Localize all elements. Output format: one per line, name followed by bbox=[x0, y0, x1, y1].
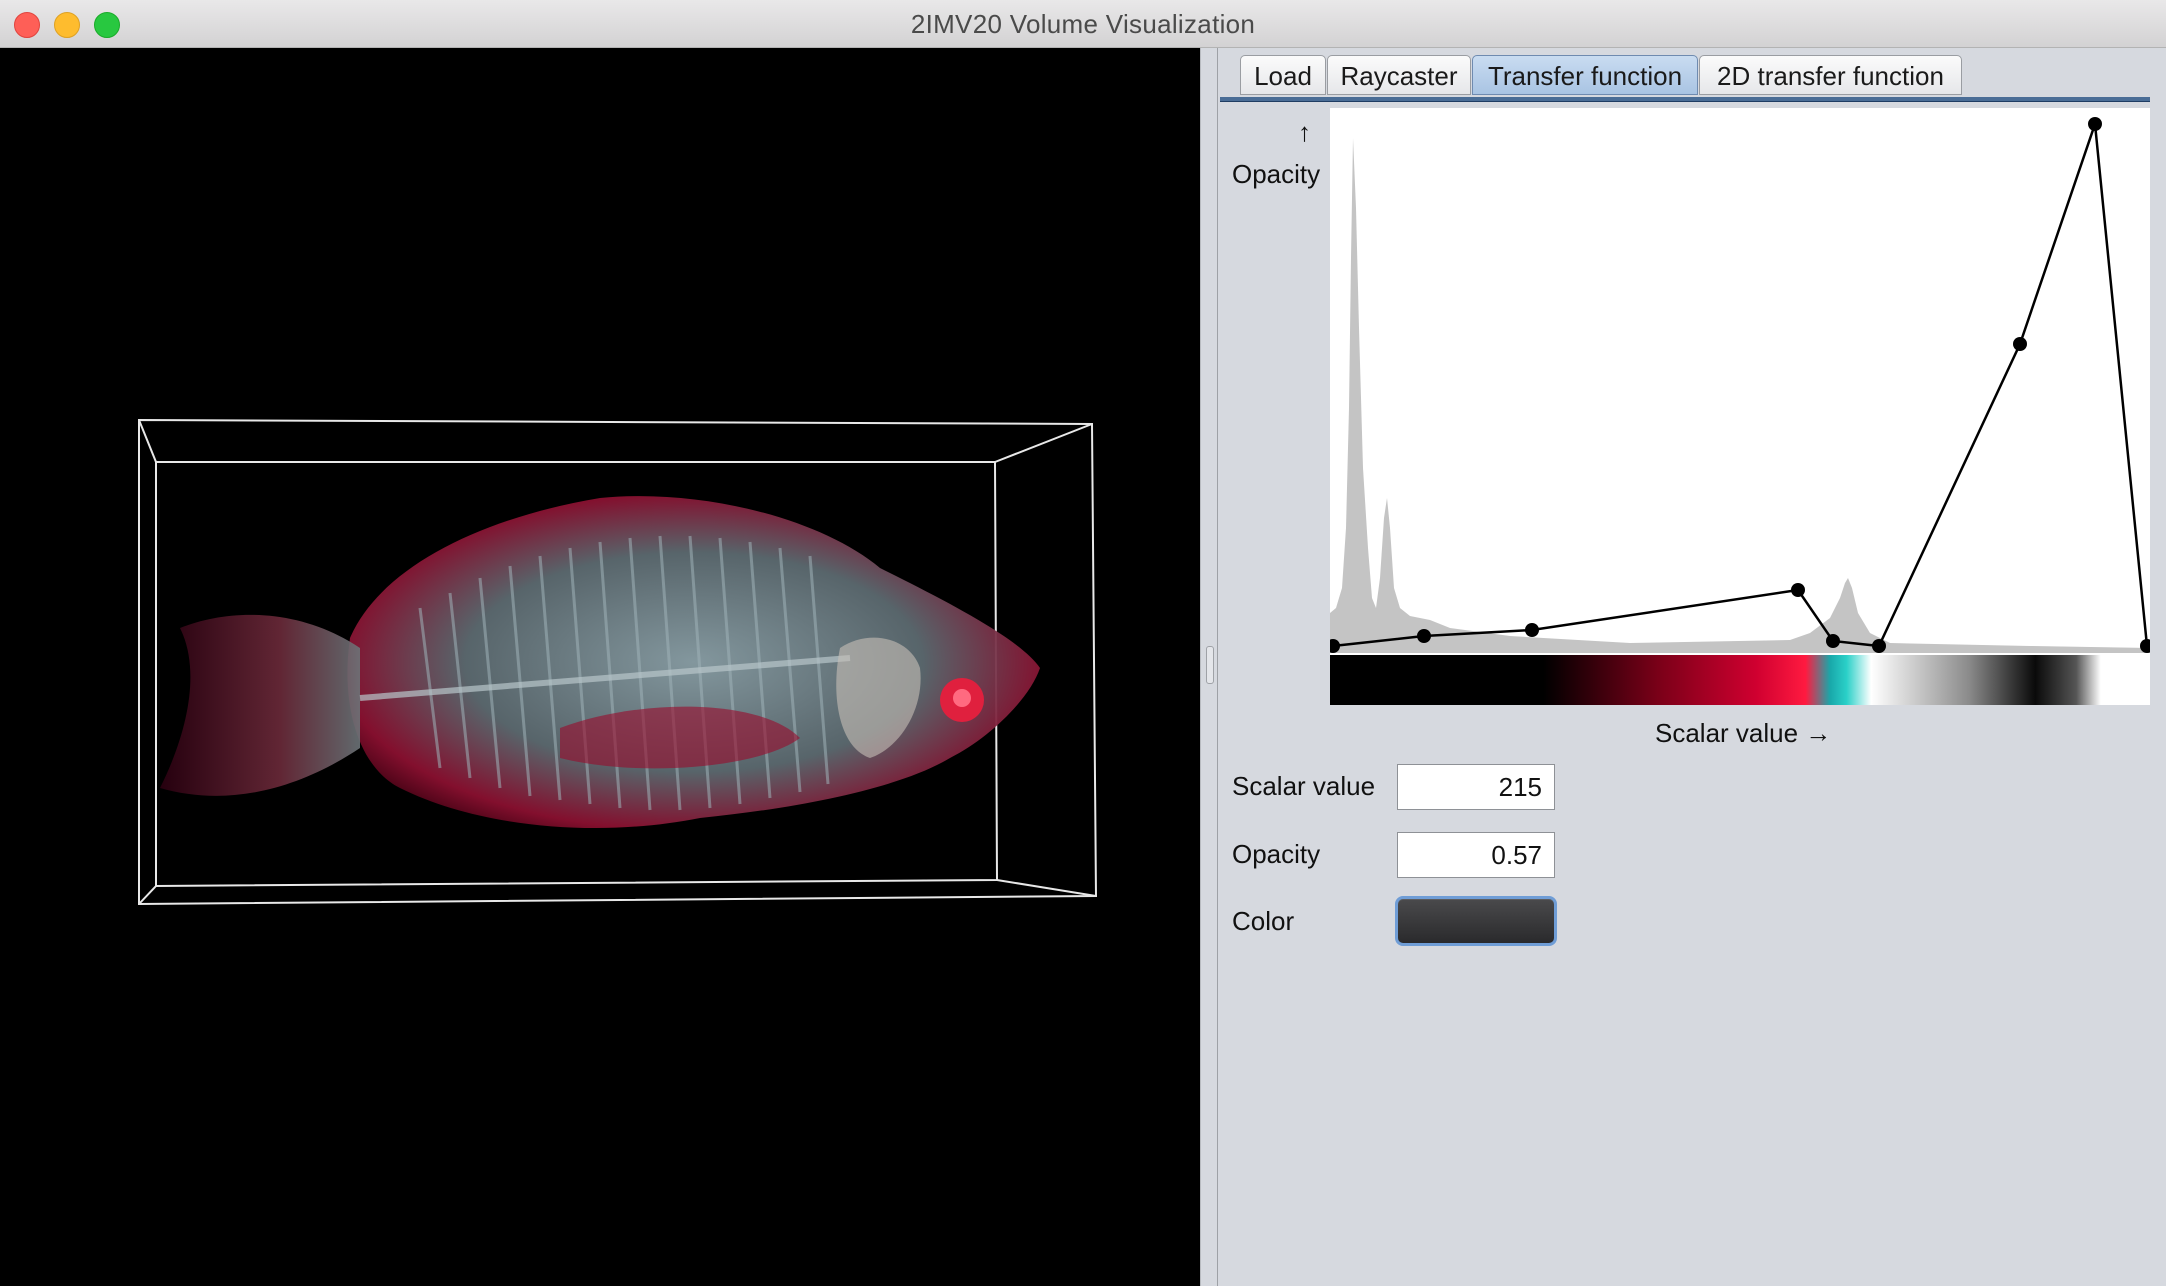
scalar-value-label: Scalar value bbox=[1232, 771, 1376, 801]
app-window: 2IMV20 Volume Visualization Load Raycast… bbox=[0, 0, 2166, 1286]
control-point bbox=[2013, 337, 2027, 351]
split-pane-grip[interactable] bbox=[1206, 646, 1214, 684]
control-point bbox=[2088, 117, 2102, 131]
plot-background bbox=[1330, 108, 2150, 656]
color-gradient-bar bbox=[1330, 655, 2150, 705]
control-point bbox=[1417, 629, 1431, 643]
tab-2d-transfer-function[interactable]: 2D transfer function bbox=[1699, 55, 1962, 95]
control-point bbox=[1525, 623, 1539, 637]
color-label: Color bbox=[1232, 906, 1295, 936]
tab-transfer-function[interactable]: Transfer function bbox=[1472, 55, 1698, 95]
control-point bbox=[1791, 583, 1805, 597]
title-bar: 2IMV20 Volume Visualization bbox=[0, 0, 2166, 48]
control-point bbox=[1826, 634, 1840, 648]
tab-content-border bbox=[1220, 97, 2150, 102]
opacity-field[interactable]: 0.57 bbox=[1397, 832, 1555, 878]
color-picker-button[interactable] bbox=[1395, 896, 1557, 946]
window-title: 2IMV20 Volume Visualization bbox=[910, 9, 1256, 39]
opacity-label: Opacity bbox=[1232, 839, 1321, 869]
volume-render-viewport[interactable] bbox=[0, 48, 1200, 1286]
panel-border bbox=[1217, 48, 1218, 1286]
tab-load[interactable]: Load bbox=[1240, 55, 1326, 95]
opacity-axis-arrow: ↑ bbox=[1298, 117, 1311, 147]
opacity-axis-label: Opacity bbox=[1232, 159, 1321, 189]
tab-raycaster[interactable]: Raycaster bbox=[1327, 55, 1471, 95]
control-point bbox=[1872, 639, 1886, 653]
volume-render-canvas[interactable] bbox=[0, 48, 1200, 1286]
scalar-value-field[interactable]: 215 bbox=[1397, 764, 1555, 810]
transfer-function-editor[interactable] bbox=[1330, 108, 2150, 708]
scalar-value-axis-label: Scalar value → bbox=[1655, 718, 1832, 748]
fish-volume-render bbox=[160, 496, 1040, 828]
